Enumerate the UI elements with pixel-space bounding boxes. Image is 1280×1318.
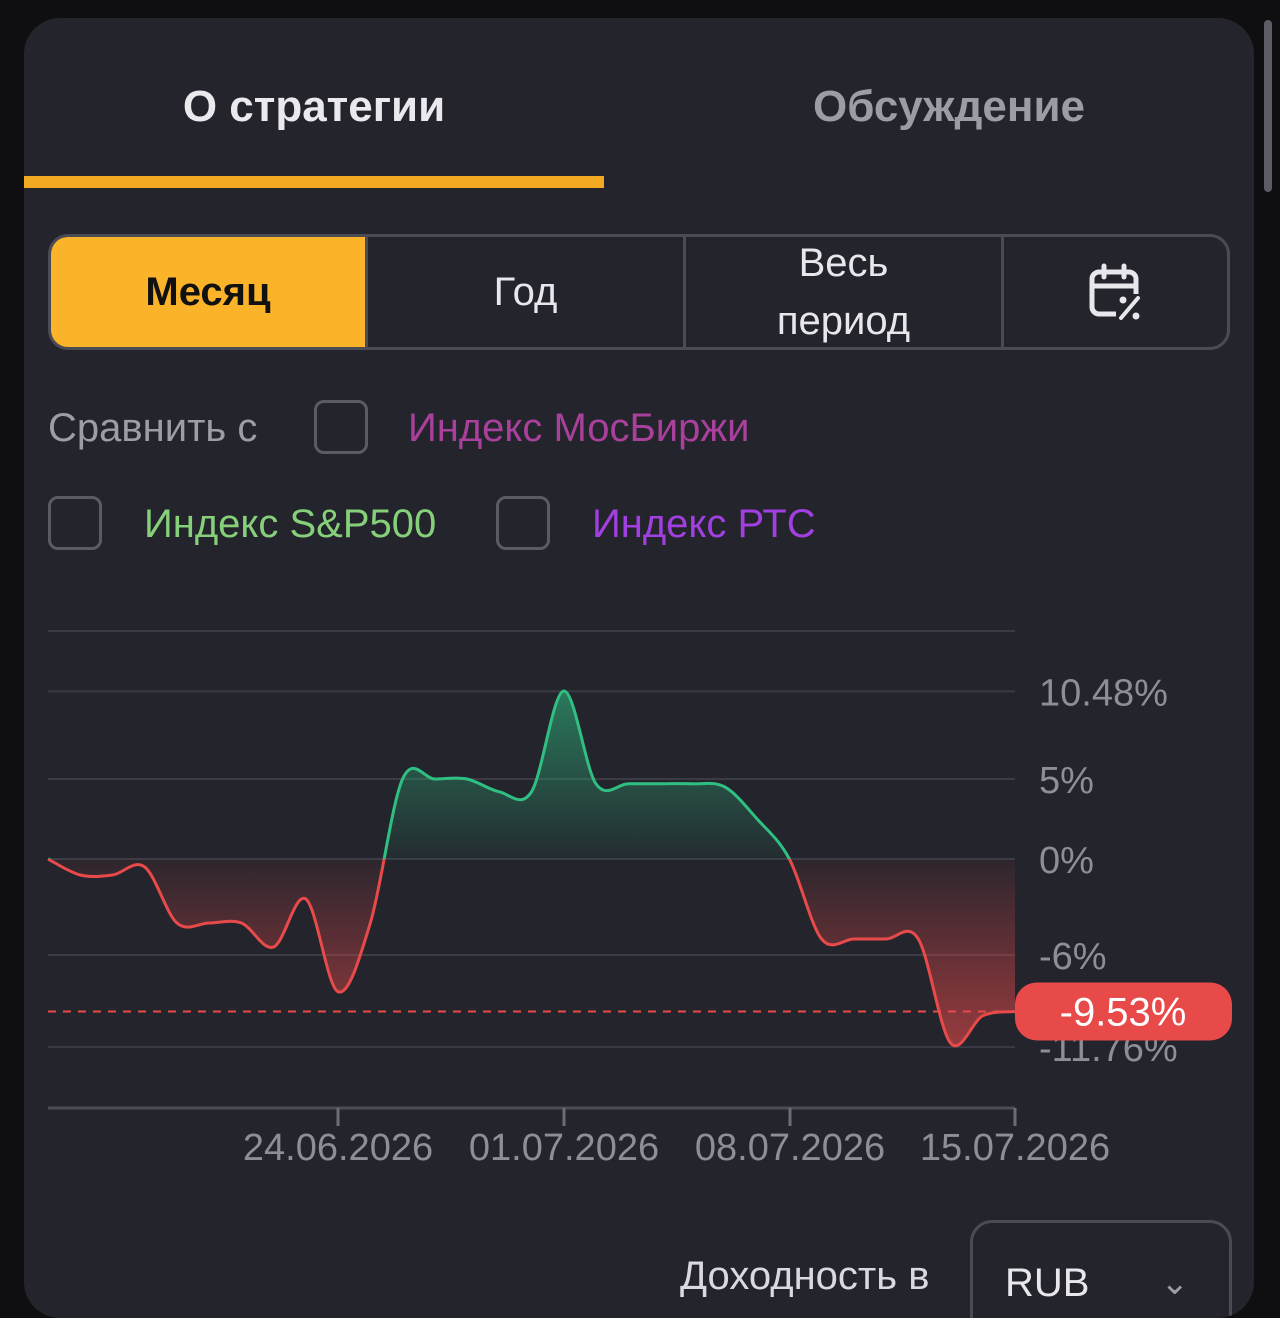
returns-in-label: Доходность в — [680, 1254, 930, 1298]
x-tick-label: 24.06.2026 — [243, 1127, 433, 1169]
tab-about-strategy[interactable]: О стратегии — [24, 72, 604, 142]
chart-area — [47, 689, 1016, 1048]
y-tick-label: -6% — [1039, 936, 1107, 978]
tab-bar: О стратегии Обсуждение — [24, 18, 1254, 190]
x-tick-label: 01.07.2026 — [469, 1127, 659, 1169]
performance-chart-svg: 10.48%5%0%-6%-11.76%24.06.2026 01.07.2026… — [47, 630, 1232, 1169]
period-all-line1: Весь — [798, 241, 889, 285]
period-all-label: Весь период — [776, 237, 911, 347]
checkbox-moex-index[interactable] — [314, 400, 368, 454]
currency-value: RUB — [1005, 1261, 1090, 1305]
current-value-label: -9.53% — [1060, 990, 1187, 1034]
period-all-button[interactable]: Весь период — [686, 237, 1004, 347]
period-all-line2: период — [776, 299, 911, 343]
strategy-card: О стратегии Обсуждение Месяц Год Весь пе… — [24, 18, 1254, 1318]
x-tick-label: 08.07.2026 — [695, 1127, 885, 1169]
calendar-percent-icon — [1089, 263, 1142, 320]
period-year-button[interactable]: Год — [368, 237, 686, 347]
checkbox-sp500-index[interactable] — [48, 496, 102, 550]
tab-discussion[interactable]: Обсуждение — [644, 72, 1254, 142]
sp500-index-label[interactable]: Индекс S&P500 — [144, 502, 436, 547]
period-custom-button[interactable] — [1004, 237, 1227, 347]
y-tick-label: 0% — [1039, 840, 1094, 882]
chevron-down-icon: ⌄ — [1160, 1264, 1190, 1302]
page-scrollbar[interactable] — [1264, 20, 1272, 192]
rts-index-label[interactable]: Индекс РТС — [592, 502, 816, 547]
active-tab-indicator — [24, 176, 604, 188]
x-tick-label: 15.07.2026 — [920, 1127, 1110, 1169]
chart-axes: 10.48%5%0%-6%-11.76%24.06.2026 01.07.2026… — [243, 672, 1178, 1169]
y-tick-label: 5% — [1039, 760, 1094, 802]
period-month-label: Месяц — [145, 270, 271, 314]
period-month-button[interactable]: Месяц — [51, 237, 368, 347]
moex-index-label[interactable]: Индекс МосБиржи — [408, 406, 749, 451]
period-selector: Месяц Год Весь период — [48, 234, 1230, 350]
current-value-reference: -9.53% — [48, 982, 1232, 1041]
period-year-label: Год — [493, 270, 558, 314]
y-tick-label: 10.48% — [1039, 672, 1168, 714]
negative-area — [48, 859, 1015, 1046]
currency-select[interactable]: RUB ⌄ — [970, 1220, 1232, 1318]
performance-chart: 10.48% 5% 0% -6% -11.76% 24.06.2026 01.07.2026… — [24, 618, 1254, 1218]
compare-with-label: Сравнить с — [48, 406, 258, 450]
checkbox-rts-index[interactable] — [496, 496, 550, 550]
